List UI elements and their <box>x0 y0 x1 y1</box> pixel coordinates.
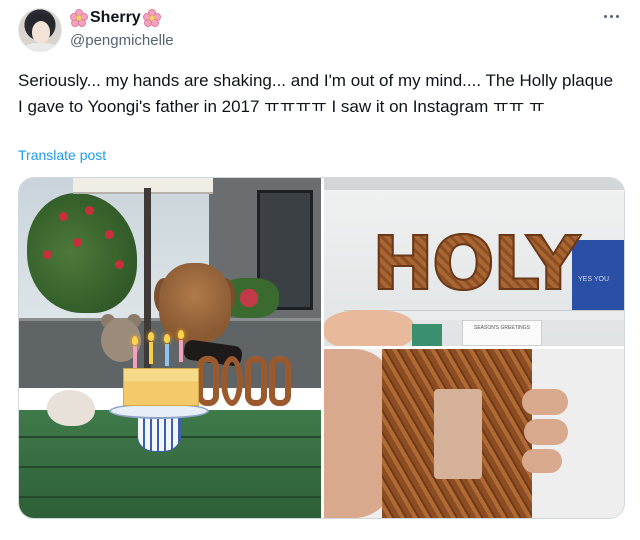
author-name-row[interactable]: Sherry <box>70 9 161 27</box>
avatar[interactable] <box>18 8 62 52</box>
display-name[interactable]: Sherry <box>90 9 141 27</box>
cherry-blossom-icon <box>70 9 88 27</box>
holy-sign-text: HOLY <box>371 221 581 307</box>
more-dots-icon <box>603 14 607 18</box>
cherry-blossom-icon <box>142 9 161 27</box>
photo-holy-plaque[interactable]: YES YOU HOLY SEASON'S GREETINGS <box>324 178 624 346</box>
tweet-text: Seriously... my hands are shaking... and… <box>18 71 614 116</box>
tweet-card: Sherry @pengmichelle Seriously... my han… <box>0 0 640 540</box>
greeting-card: SEASON'S GREETINGS <box>462 320 542 346</box>
photo-knit-closeup[interactable] <box>324 349 624 518</box>
box-label: YES YOU <box>578 276 609 283</box>
holy-sign: HOLY <box>371 221 581 307</box>
photo-garden-party[interactable] <box>19 178 321 518</box>
more-options-button[interactable] <box>598 6 624 26</box>
media-grid: YES YOU HOLY SEASON'S GREETINGS <box>18 177 625 519</box>
translate-post-link[interactable]: Translate post <box>18 147 106 163</box>
user-handle[interactable]: @pengmichelle <box>70 32 174 49</box>
